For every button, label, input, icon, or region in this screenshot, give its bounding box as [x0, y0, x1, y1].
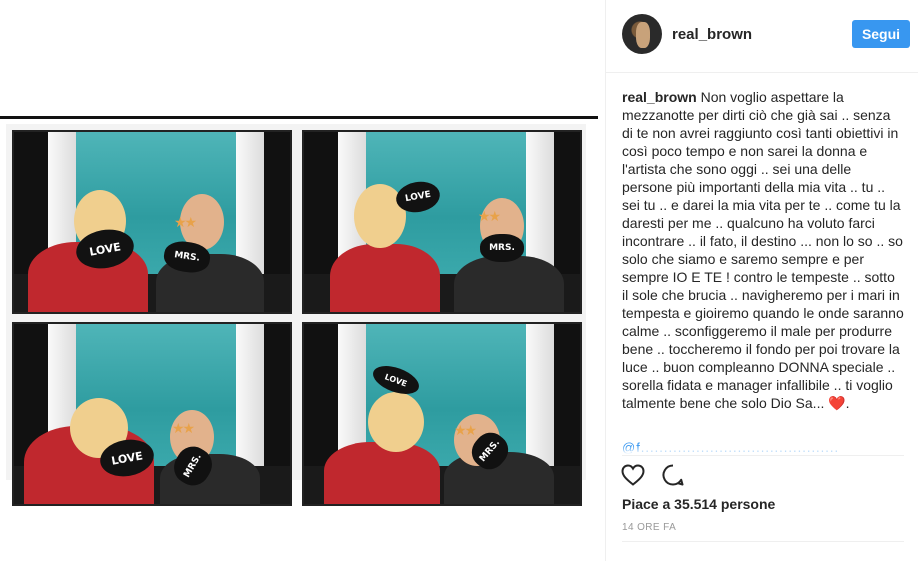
post-photo[interactable]: LOVE MRS. ★★ LOVE MRS. ★★ LOVE MRS. ★★ L… [0, 0, 598, 561]
photo-frame-3: LOVE MRS. ★★ [12, 322, 292, 506]
photo-frame-4: LOVE MRS. ★★ [302, 322, 582, 506]
caption-text: Non voglio aspettare la mezzanotte per d… [622, 89, 904, 411]
star-glasses-icon: ★★ [172, 420, 195, 436]
mrs-sign-text: MRS. [477, 437, 503, 465]
action-bar [620, 462, 686, 490]
avatar[interactable] [622, 14, 662, 54]
heart-outline-icon[interactable] [620, 462, 646, 488]
post-sidebar: real_brown Segui real_brown Non voglio a… [605, 0, 918, 561]
comment-bubble-icon[interactable] [660, 462, 686, 488]
header-username[interactable]: real_brown [672, 26, 752, 43]
mrs-sign: MRS. [480, 234, 524, 262]
star-glasses-icon: ★★ [454, 422, 477, 438]
love-sign-text: LOVE [383, 371, 409, 389]
post-caption: real_brown Non voglio aspettare la mezza… [622, 88, 904, 454]
likes-count[interactable]: Piace a 35.514 persone [622, 496, 775, 512]
follow-button[interactable]: Segui [852, 20, 910, 48]
photo-top-border [0, 116, 598, 119]
photo-frame-2: LOVE MRS. ★★ [302, 130, 582, 314]
photobooth-strip: LOVE MRS. ★★ LOVE MRS. ★★ LOVE MRS. ★★ L… [6, 124, 586, 506]
divider [622, 455, 904, 456]
photo-frame-1: LOVE MRS. ★★ [12, 130, 292, 314]
star-glasses-icon: ★★ [478, 208, 501, 224]
star-glasses-icon: ★★ [174, 214, 197, 230]
post-header: real_brown Segui [606, 0, 918, 73]
mrs-sign-text: MRS. [182, 452, 204, 480]
love-sign-text: LOVE [404, 189, 432, 205]
mrs-sign-text: MRS. [173, 250, 201, 264]
mrs-sign-text: MRS. [489, 243, 515, 253]
love-sign-text: LOVE [88, 239, 122, 259]
love-sign-text: LOVE [110, 448, 144, 468]
caption-username[interactable]: real_brown [622, 89, 697, 105]
post-timestamp[interactable]: 14 ORE FA [622, 522, 676, 533]
divider [622, 541, 904, 542]
